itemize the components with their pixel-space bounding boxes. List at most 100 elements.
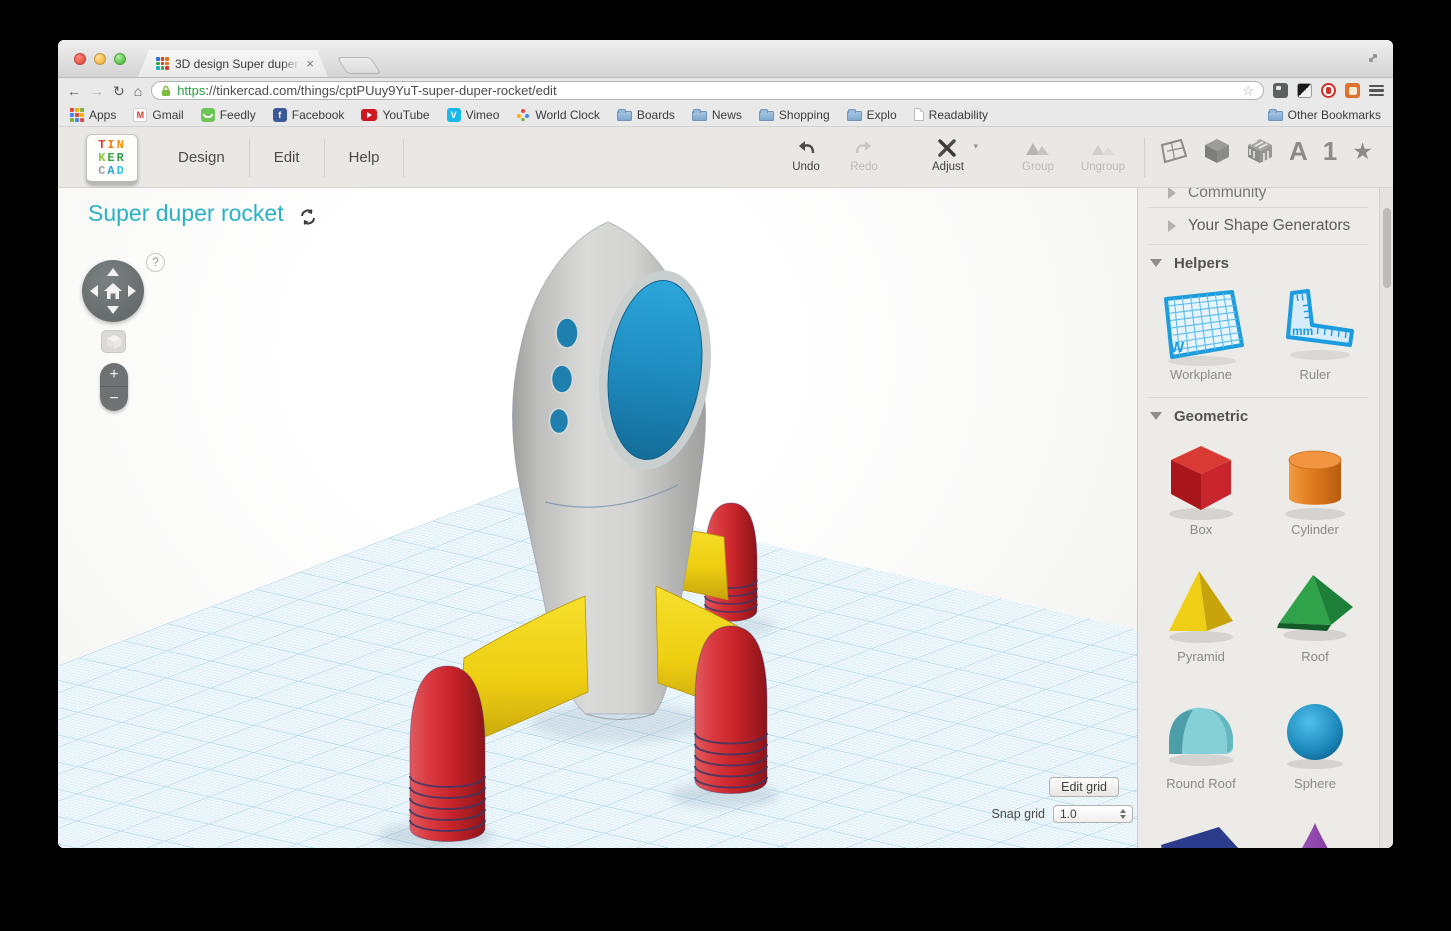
folder-icon: [692, 111, 707, 121]
snap-grid-value: 1.0: [1060, 807, 1120, 821]
feedly-icon: [201, 108, 215, 122]
folder-icon: [617, 111, 632, 121]
view-navigation-gizmo[interactable]: [82, 260, 144, 322]
page-icon: [914, 108, 924, 121]
other-bookmarks[interactable]: Other Bookmarks: [1268, 108, 1381, 122]
url-bar[interactable]: https://tinkercad.com/things/cptPUuy9YuT…: [151, 81, 1264, 100]
tab-title: 3D design Super duper roc: [175, 57, 300, 71]
https-lock-icon: [161, 85, 171, 97]
snap-grid-row: Snap grid 1.0: [991, 805, 1133, 823]
bookmark-world-clock[interactable]: World Clock: [516, 108, 599, 122]
roof-shape-icon: [1267, 563, 1363, 651]
redo-button[interactable]: Redo: [838, 135, 890, 173]
rotate-up-icon[interactable]: [107, 268, 119, 276]
chevron-right-icon: [1168, 188, 1176, 199]
back-button[interactable]: ←: [67, 84, 81, 98]
sidebar-section-helpers[interactable]: Helpers: [1138, 245, 1378, 281]
group-button[interactable]: Group: [1010, 135, 1066, 173]
bookmark-shopping[interactable]: Shopping: [759, 108, 830, 122]
shape-partial-wedge[interactable]: [1144, 815, 1258, 848]
hole-cube-icon[interactable]: [1246, 137, 1274, 165]
text-tool-icon[interactable]: A: [1289, 138, 1308, 164]
workplane-toggle-icon[interactable]: [1158, 138, 1188, 165]
adjust-button[interactable]: ▾ Adjust: [916, 135, 980, 173]
rotate-down-icon[interactable]: [107, 306, 119, 314]
sidebar-section-geometric[interactable]: Geometric: [1138, 398, 1378, 434]
zoom-window-button[interactable]: [114, 53, 126, 65]
home-view-icon[interactable]: [102, 280, 124, 302]
design-viewport[interactable]: Super duper rocket ?: [58, 188, 1137, 848]
evernote-extension-icon[interactable]: [1273, 83, 1288, 98]
bookmark-apps[interactable]: Apps: [70, 108, 116, 122]
number-tool-icon[interactable]: 1: [1323, 138, 1337, 164]
fullscreen-icon[interactable]: [1365, 50, 1381, 66]
view-tools: A 1 ★: [1158, 137, 1373, 165]
bookmark-star-icon[interactable]: ☆: [1242, 83, 1254, 99]
snap-grid-select[interactable]: 1.0: [1053, 805, 1133, 823]
undo-button[interactable]: Undo: [780, 135, 832, 173]
shape-pyramid[interactable]: Pyramid: [1144, 561, 1258, 688]
svg-text:W: W: [1170, 339, 1185, 356]
bookmark-boards[interactable]: Boards: [617, 108, 675, 122]
view-cube-button[interactable]: [101, 330, 126, 353]
minimize-window-button[interactable]: [94, 53, 106, 65]
helper-workplane[interactable]: W Workplane: [1144, 281, 1258, 397]
browser-menu-icon[interactable]: [1369, 85, 1384, 96]
sync-icon[interactable]: [298, 207, 318, 227]
group-icon: [1010, 135, 1066, 161]
bookmark-news[interactable]: News: [692, 108, 742, 122]
contrast-extension-icon[interactable]: [1297, 83, 1312, 98]
home-button[interactable]: ⌂: [134, 84, 142, 98]
booster-front-right[interactable]: [695, 626, 767, 794]
reload-button[interactable]: ↻: [113, 84, 125, 98]
sphere-shape-icon: [1267, 690, 1363, 778]
close-window-button[interactable]: [74, 53, 86, 65]
cylinder-shape-icon: [1267, 436, 1363, 524]
bookmark-vimeo[interactable]: V Vimeo: [447, 108, 500, 122]
chevron-right-icon: [1168, 220, 1176, 232]
extension-icons: [1273, 83, 1384, 98]
shape-round-roof[interactable]: Round Roof: [1144, 688, 1258, 815]
sidebar-section-community[interactable]: Community: [1138, 188, 1378, 207]
stepper-icon: [1120, 809, 1126, 819]
scrollbar-thumb[interactable]: [1383, 208, 1391, 288]
forward-button[interactable]: →: [90, 84, 104, 98]
ungroup-button[interactable]: Ungroup: [1072, 135, 1134, 173]
tab-close-icon[interactable]: ×: [306, 57, 314, 70]
orange-extension-icon[interactable]: [1345, 83, 1360, 98]
workplane-shape-icon: W: [1148, 283, 1254, 369]
stop-hand-extension-icon[interactable]: [1321, 83, 1336, 98]
3d-scene[interactable]: [58, 188, 1137, 848]
rotate-right-icon[interactable]: [128, 285, 136, 297]
sidebar-section-shape-generators[interactable]: Your Shape Generators: [1138, 208, 1378, 244]
help-button[interactable]: ?: [146, 253, 165, 272]
zoom-in-button[interactable]: +: [100, 363, 128, 387]
shape-cylinder[interactable]: Cylinder: [1258, 434, 1372, 561]
rotate-left-icon[interactable]: [90, 285, 98, 297]
menu-edit[interactable]: Edit: [250, 149, 324, 166]
facebook-icon: f: [273, 108, 287, 122]
shape-partial-cone[interactable]: [1258, 815, 1372, 848]
menu-help[interactable]: Help: [325, 149, 404, 166]
menu-design[interactable]: Design: [154, 149, 249, 166]
edit-grid-button[interactable]: Edit grid: [1049, 777, 1119, 797]
new-tab-button[interactable]: [337, 57, 382, 74]
bookmark-readability[interactable]: Readability: [914, 108, 988, 122]
shape-roof[interactable]: Roof: [1258, 561, 1372, 688]
star-tool-icon[interactable]: ★: [1352, 140, 1373, 163]
sidebar-scrollbar[interactable]: [1379, 188, 1393, 848]
helper-ruler[interactable]: mm Ruler: [1258, 281, 1372, 397]
tinkercad-logo[interactable]: TIN KER CAD: [86, 134, 138, 184]
shape-sphere[interactable]: Sphere: [1258, 688, 1372, 815]
solid-cube-icon[interactable]: [1203, 137, 1231, 165]
browser-tab[interactable]: 3D design Super duper roc ×: [138, 50, 328, 77]
shape-box[interactable]: Box: [1144, 434, 1258, 561]
bookmark-gmail[interactable]: M Gmail: [133, 108, 183, 122]
bookmark-facebook[interactable]: f Facebook: [273, 108, 345, 122]
bookmark-feedly[interactable]: Feedly: [201, 108, 256, 122]
bookmark-explo[interactable]: Explo: [847, 108, 897, 122]
tinkercad-favicon-icon: [156, 57, 169, 70]
booster-front-left[interactable]: [410, 666, 485, 842]
folder-icon: [1268, 111, 1283, 121]
bookmark-youtube[interactable]: YouTube: [361, 108, 429, 122]
